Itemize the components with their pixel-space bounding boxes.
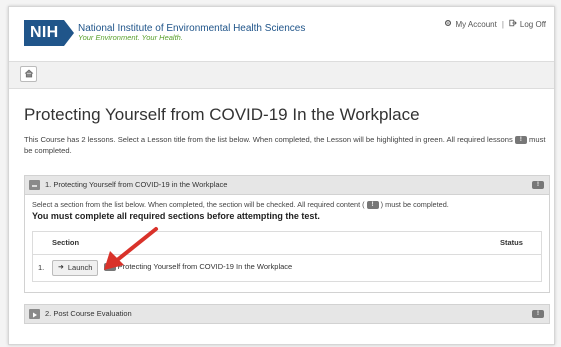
launch-label: Launch: [67, 263, 93, 272]
exclamation-icon: !: [532, 310, 544, 318]
status-cell: [499, 254, 542, 282]
lesson-1-header[interactable]: 1. Protecting Yourself from COVID-19 in …: [25, 176, 549, 195]
org-tagline: Your Environment. Your Health.: [78, 33, 183, 43]
lesson-2-title[interactable]: 2. Post Course Evaluation: [45, 305, 132, 323]
play-square-icon[interactable]: [29, 309, 40, 319]
home-button[interactable]: [20, 66, 37, 82]
lesson-2-header[interactable]: 2. Post Course Evaluation !: [25, 305, 549, 323]
lesson-2-panel: 2. Post Course Evaluation !: [24, 304, 550, 324]
log-off-link[interactable]: Log Off: [520, 20, 546, 29]
page-title: Protecting Yourself from COVID-19 In the…: [24, 105, 420, 124]
top-header: NIH National Institute of Environmental …: [9, 7, 554, 51]
separator: |: [501, 19, 504, 29]
home-toolbar: [9, 61, 554, 89]
lesson-instructions: Select a section from the list below. Wh…: [32, 200, 542, 210]
launch-button[interactable]: ➜ Launch: [52, 260, 99, 276]
must-complete-note: You must complete all required sections …: [32, 211, 320, 221]
course-intro: This Course has 2 lessons. Select a Less…: [24, 134, 549, 156]
intro-text-1: This Course has 2 lessons. Select a Less…: [24, 135, 513, 144]
org-block: National Institute of Environmental Heal…: [78, 23, 305, 43]
row-number: 1.: [32, 254, 51, 282]
exclamation-icon: !: [366, 201, 379, 210]
nih-logo[interactable]: NIH National Institute of Environmental …: [24, 20, 305, 46]
lesson-1-title[interactable]: 1. Protecting Yourself from COVID-19 in …: [45, 176, 227, 194]
logoff-icon: [509, 19, 517, 29]
nih-badge: NIH: [24, 20, 74, 46]
arrow-right-icon: ➜: [58, 264, 64, 271]
instructions-text-2: ) must be completed.: [380, 200, 449, 209]
minus-square-icon[interactable]: [29, 180, 40, 190]
gear-icon: [444, 19, 452, 29]
instructions-text-1: Select a section from the list below. Wh…: [32, 200, 365, 209]
status-col-header: Status: [499, 231, 542, 255]
exclamation-icon: !: [532, 181, 544, 189]
num-col-header: [32, 231, 51, 255]
exclamation-icon: !: [514, 136, 527, 144]
home-icon: [24, 65, 34, 83]
course-page: NIH National Institute of Environmental …: [8, 6, 555, 345]
my-account-link[interactable]: My Account: [455, 20, 496, 29]
red-arrow-icon: [104, 227, 158, 270]
account-links: My Account | Log Off: [444, 19, 546, 29]
